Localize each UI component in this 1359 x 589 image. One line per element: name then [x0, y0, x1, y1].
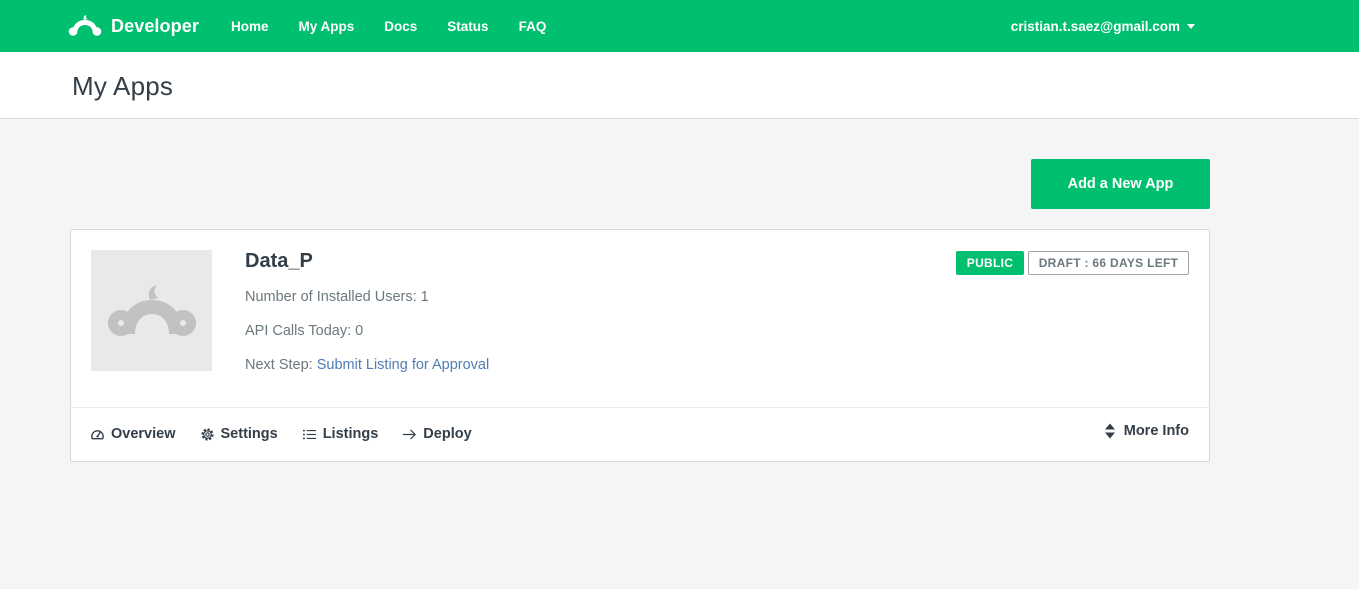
app-name[interactable]: Data_P — [245, 250, 313, 273]
next-step-label: Next Step: — [245, 357, 313, 373]
settings-label: Settings — [220, 426, 278, 442]
deploy-action[interactable]: Deploy — [402, 426, 472, 442]
next-step: Next Step: Submit Listing for Approval — [245, 357, 489, 373]
nav-link-faq[interactable]: FAQ — [519, 19, 547, 34]
settings-action[interactable]: Settings — [200, 426, 278, 442]
page-header: My Apps — [0, 52, 1359, 119]
installed-users: Number of Installed Users: 1 — [245, 289, 429, 305]
more-info-toggle[interactable]: More Info — [1104, 419, 1189, 443]
top-navbar: Developer Home My Apps Docs Status FAQ c… — [0, 0, 1359, 52]
nav-link-docs[interactable]: Docs — [384, 19, 417, 34]
nav-links: Home My Apps Docs Status FAQ — [231, 0, 576, 52]
brand-link[interactable]: Developer — [68, 12, 199, 40]
listings-action[interactable]: Listings — [302, 426, 379, 442]
add-new-app-button[interactable]: Add a New App — [1031, 159, 1210, 209]
listings-label: Listings — [322, 426, 379, 442]
submit-listing-link[interactable]: Submit Listing for Approval — [317, 357, 489, 373]
account-menu[interactable]: cristian.t.saez@gmail.com — [1011, 0, 1195, 52]
deploy-label: Deploy — [423, 426, 472, 442]
caret-down-icon — [1187, 24, 1195, 29]
more-info-label: More Info — [1123, 423, 1189, 439]
sort-updown-icon — [1104, 423, 1115, 439]
nav-link-home[interactable]: Home — [231, 19, 269, 34]
gear-icon — [200, 427, 214, 441]
overview-action[interactable]: Overview — [90, 426, 176, 442]
nav-link-my-apps[interactable]: My Apps — [299, 19, 355, 34]
account-email: cristian.t.saez@gmail.com — [1010, 18, 1180, 34]
list-icon — [302, 429, 316, 439]
public-badge: PUBLIC — [956, 251, 1024, 275]
overview-label: Overview — [111, 426, 176, 442]
surveymonkey-logo-icon — [68, 15, 102, 36]
dashboard-gauge-icon — [91, 429, 104, 439]
brand-name: Developer — [111, 15, 199, 36]
page-title: My Apps — [72, 71, 174, 101]
arrow-right-icon — [403, 429, 417, 439]
card-actions: Overview Settings Listings Deploy — [90, 422, 496, 446]
api-calls-today: API Calls Today: 0 — [245, 323, 364, 339]
draft-status-badge: DRAFT : 66 DAYS LEFT — [1028, 251, 1189, 275]
nav-link-status[interactable]: Status — [447, 19, 488, 34]
app-thumbnail[interactable] — [91, 250, 212, 371]
app-card: Data_P Number of Installed Users: 1 API … — [70, 229, 1210, 462]
monkey-placeholder-icon — [107, 284, 196, 336]
card-divider — [71, 407, 1209, 408]
